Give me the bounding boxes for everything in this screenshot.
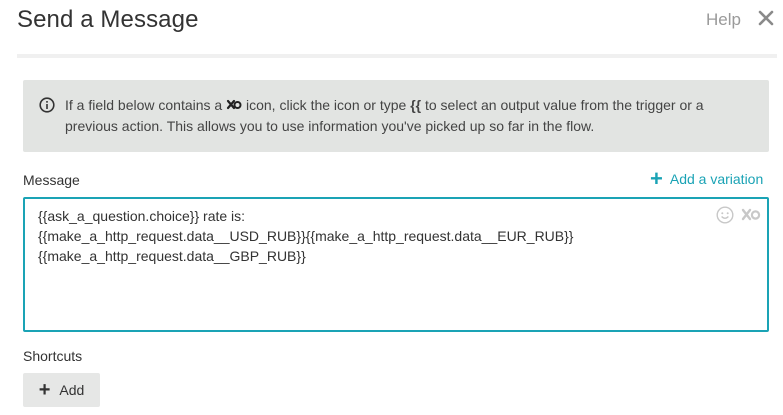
dynamic-content-icon[interactable] [741, 208, 761, 222]
add-variation-label: Add a variation [669, 171, 764, 187]
plus-icon: + [650, 166, 663, 191]
add-shortcut-button[interactable]: + Add [23, 373, 100, 407]
add-shortcut-label: Add [59, 382, 85, 398]
header-divider [17, 54, 777, 58]
help-link[interactable]: Help [706, 10, 741, 30]
info-text: If a field below contains a icon, click … [65, 95, 755, 137]
info-text-part: If a field below contains a [65, 97, 227, 113]
info-icon [39, 97, 55, 113]
shortcut-key: {{ [410, 97, 422, 113]
emoji-icon[interactable] [716, 206, 734, 224]
message-input[interactable]: {{ask_a_question.choice}} rate is: {{mak… [23, 197, 769, 332]
shortcuts-label: Shortcuts [23, 348, 83, 364]
info-text-part: icon, click the icon or type [242, 97, 411, 113]
message-value[interactable]: {{ask_a_question.choice}} rate is: {{mak… [38, 206, 698, 266]
dynamic-content-icon [226, 96, 242, 110]
plus-icon: + [38, 379, 51, 401]
dialog-header: Send a Message Help [0, 0, 783, 58]
message-label: Message [23, 172, 80, 188]
add-variation-button[interactable]: + Add a variation [650, 166, 764, 191]
info-banner: If a field below contains a icon, click … [23, 80, 769, 152]
page-title: Send a Message [17, 6, 199, 33]
close-icon[interactable] [757, 9, 775, 27]
